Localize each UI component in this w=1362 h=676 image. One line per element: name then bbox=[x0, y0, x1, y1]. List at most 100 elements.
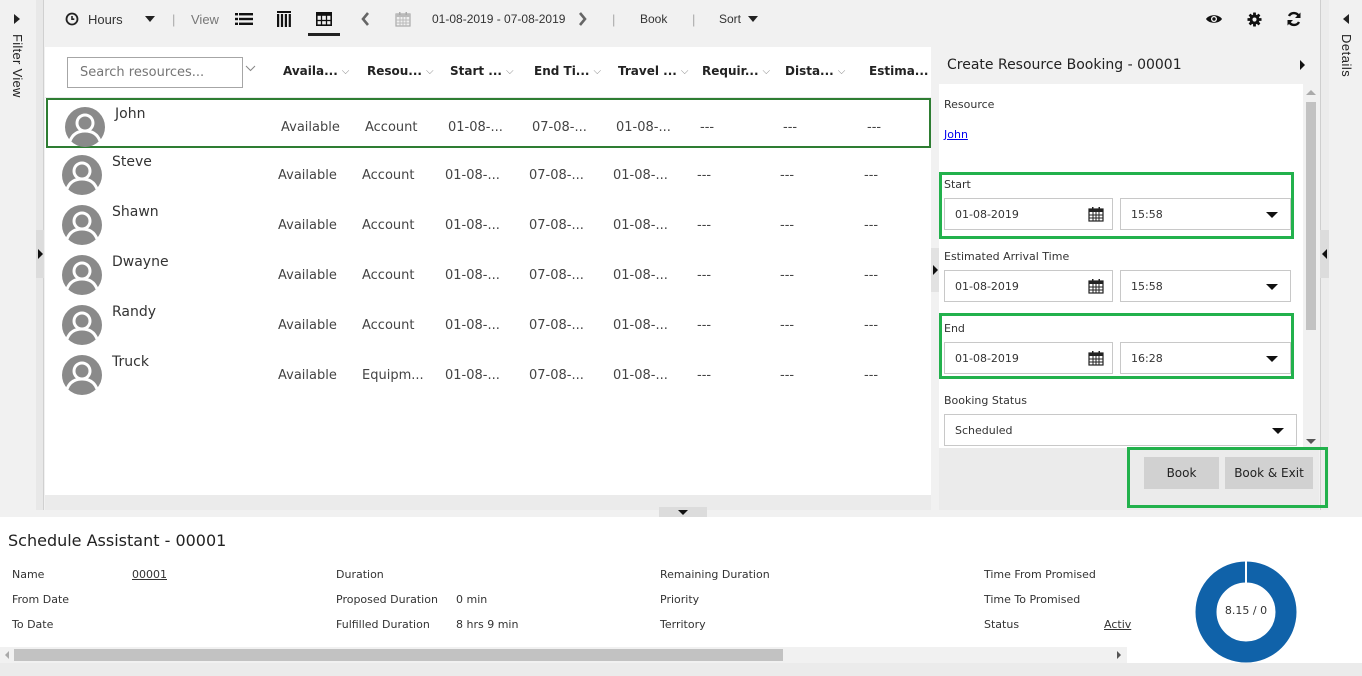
bottom-panel-collapse-button[interactable] bbox=[659, 507, 707, 517]
book-button[interactable]: Book bbox=[1144, 457, 1219, 489]
details-label[interactable]: Details bbox=[1339, 34, 1354, 77]
calendar-icon[interactable] bbox=[1088, 278, 1104, 294]
settings-button[interactable] bbox=[1247, 0, 1262, 38]
status-link[interactable]: Activ bbox=[1104, 618, 1131, 631]
cell-start: 01-08-... bbox=[445, 318, 500, 333]
resource-name[interactable]: Truck bbox=[112, 354, 149, 370]
resource-name[interactable]: Dwayne bbox=[112, 254, 169, 270]
vertical-view-button[interactable] bbox=[277, 0, 291, 38]
start-time-select[interactable]: 15:58 bbox=[1120, 198, 1291, 230]
details-rail[interactable]: Details bbox=[1329, 0, 1362, 510]
time-from-promised-label: Time From Promised bbox=[984, 568, 1096, 581]
scroll-thumb[interactable] bbox=[1306, 102, 1316, 330]
scroll-down-icon[interactable] bbox=[1306, 439, 1316, 444]
chevron-down-icon: ⌵ bbox=[425, 65, 434, 77]
date-picker-button[interactable] bbox=[395, 0, 411, 38]
toolbar: Hours | View 01-08-2019 - 07-08-2019 | B… bbox=[45, 0, 1320, 40]
time-scale-dropdown[interactable]: Hours bbox=[65, 0, 155, 38]
cell-availability: Available bbox=[278, 318, 337, 333]
resource-name[interactable]: John bbox=[115, 106, 145, 122]
scroll-right-icon[interactable] bbox=[1117, 651, 1121, 659]
booking-panel-title: Create Resource Booking - 00001 bbox=[947, 57, 1182, 73]
resource-row[interactable]: John Available Account 01-08-... 07-08-... 01… bbox=[46, 98, 931, 148]
resource-row[interactable]: Randy Available Account 01-08-... 07-08-... 0… bbox=[45, 298, 931, 348]
resource-name[interactable]: Shawn bbox=[112, 204, 159, 220]
cell-availability: Available bbox=[278, 218, 337, 233]
booking-panel-collapse-button[interactable] bbox=[931, 248, 939, 292]
divider: | bbox=[692, 11, 696, 27]
donut-label: 8.15 / 0 bbox=[1224, 604, 1268, 617]
caret-down-icon bbox=[1266, 212, 1278, 218]
date-range-label: 01-08-2019 - 07-08-2019 bbox=[432, 12, 566, 26]
caret-down-icon bbox=[1272, 428, 1284, 434]
scroll-left-icon[interactable] bbox=[5, 651, 9, 659]
book-toolbar-button[interactable]: Book bbox=[640, 0, 667, 38]
avatar-icon bbox=[65, 107, 105, 147]
column-header-start-time[interactable]: Start ... ⌵ bbox=[450, 64, 514, 78]
cell-travel: 01-08-... bbox=[613, 268, 668, 283]
start-date-input[interactable]: 01-08-2019 bbox=[944, 198, 1113, 230]
refresh-button[interactable] bbox=[1286, 0, 1302, 38]
chevron-down-icon: ⌵ bbox=[680, 65, 689, 77]
column-header-label: Estima... bbox=[869, 64, 929, 78]
show-hide-button[interactable] bbox=[1205, 0, 1223, 38]
chevron-down-icon[interactable] bbox=[245, 65, 256, 72]
resource-name[interactable]: Randy bbox=[112, 304, 156, 320]
resource-row[interactable]: Shawn Available Account 01-08-... 07-08-... 0… bbox=[45, 198, 931, 248]
fulfilled-duration-label: Fulfilled Duration bbox=[336, 618, 430, 631]
cell-start: 01-08-... bbox=[445, 268, 500, 283]
scroll-up-icon[interactable] bbox=[1306, 90, 1316, 95]
collapse-booking-icon[interactable] bbox=[1300, 60, 1305, 70]
list-view-button[interactable] bbox=[235, 0, 253, 38]
eta-date-value: 01-08-2019 bbox=[955, 280, 1019, 293]
column-header-end-time[interactable]: End Ti... ⌵ bbox=[534, 64, 601, 78]
fulfilled-duration-value: 8 hrs 9 min bbox=[456, 618, 519, 631]
filter-view-rail[interactable]: Filter View bbox=[0, 0, 36, 510]
expand-filter-icon[interactable] bbox=[14, 14, 20, 24]
scroll-thumb[interactable] bbox=[14, 649, 783, 661]
search-resources-input[interactable] bbox=[67, 57, 243, 88]
calendar-icon[interactable] bbox=[1088, 350, 1104, 366]
right-collapse-button[interactable] bbox=[1320, 230, 1329, 278]
cell-end: 07-08-... bbox=[529, 168, 584, 183]
expand-details-icon[interactable] bbox=[1343, 14, 1349, 24]
end-date-value: 01-08-2019 bbox=[955, 352, 1019, 365]
caret-down-icon bbox=[144, 16, 155, 22]
cell-start: 01-08-... bbox=[448, 120, 503, 135]
cell-resource-type: Account bbox=[362, 268, 415, 283]
filter-view-label[interactable]: Filter View bbox=[10, 34, 25, 98]
resource-label: Resource bbox=[944, 98, 995, 111]
column-header-label: Dista... bbox=[785, 64, 834, 78]
previous-range-button[interactable] bbox=[360, 0, 370, 38]
resource-row[interactable]: Dwayne Available Account 01-08-... 07-08-...… bbox=[45, 248, 931, 298]
next-range-button[interactable] bbox=[578, 0, 588, 38]
cell-required: --- bbox=[700, 120, 715, 135]
booking-status-select[interactable]: Scheduled bbox=[944, 414, 1297, 446]
name-link[interactable]: 00001 bbox=[132, 568, 167, 581]
column-header-travel-time[interactable]: Travel ... ⌵ bbox=[618, 64, 688, 78]
caret-down-icon bbox=[1266, 356, 1278, 362]
book-and-exit-button[interactable]: Book & Exit bbox=[1225, 457, 1313, 489]
left-collapse-button[interactable] bbox=[36, 230, 44, 278]
column-header-resource-type[interactable]: Resou... ⌵ bbox=[367, 64, 434, 78]
resource-link[interactable]: John bbox=[944, 128, 968, 141]
column-header-requirement[interactable]: Requir... ⌵ bbox=[702, 64, 770, 78]
eta-date-input[interactable]: 01-08-2019 bbox=[944, 270, 1113, 302]
chevron-down-icon: ⌵ bbox=[837, 65, 846, 77]
sort-dropdown[interactable]: Sort bbox=[719, 0, 759, 38]
column-header-distance[interactable]: Dista... ⌵ bbox=[785, 64, 845, 78]
resource-row[interactable]: Truck Available Equipm... 01-08-... 07-08-..… bbox=[45, 348, 931, 398]
end-time-select[interactable]: 16:28 bbox=[1120, 342, 1291, 374]
end-date-input[interactable]: 01-08-2019 bbox=[944, 342, 1113, 374]
booking-scrollbar[interactable] bbox=[1303, 84, 1319, 448]
eta-time-select[interactable]: 15:58 bbox=[1120, 270, 1291, 302]
grid-footer bbox=[45, 495, 931, 510]
column-header-estimated-arrival[interactable]: Estima...⌵ bbox=[869, 64, 940, 78]
booking-form: Resource John Start 01-08-2019 15:58 Est… bbox=[939, 84, 1303, 448]
horizontal-scrollbar[interactable] bbox=[0, 647, 1127, 663]
booking-status-value: Scheduled bbox=[955, 424, 1013, 437]
calendar-icon[interactable] bbox=[1088, 206, 1104, 222]
resource-name[interactable]: Steve bbox=[112, 154, 152, 170]
resource-row[interactable]: Steve Available Account 01-08-... 07-08-... 0… bbox=[45, 148, 931, 198]
column-header-availability[interactable]: Availa... ⌵ bbox=[283, 64, 349, 78]
